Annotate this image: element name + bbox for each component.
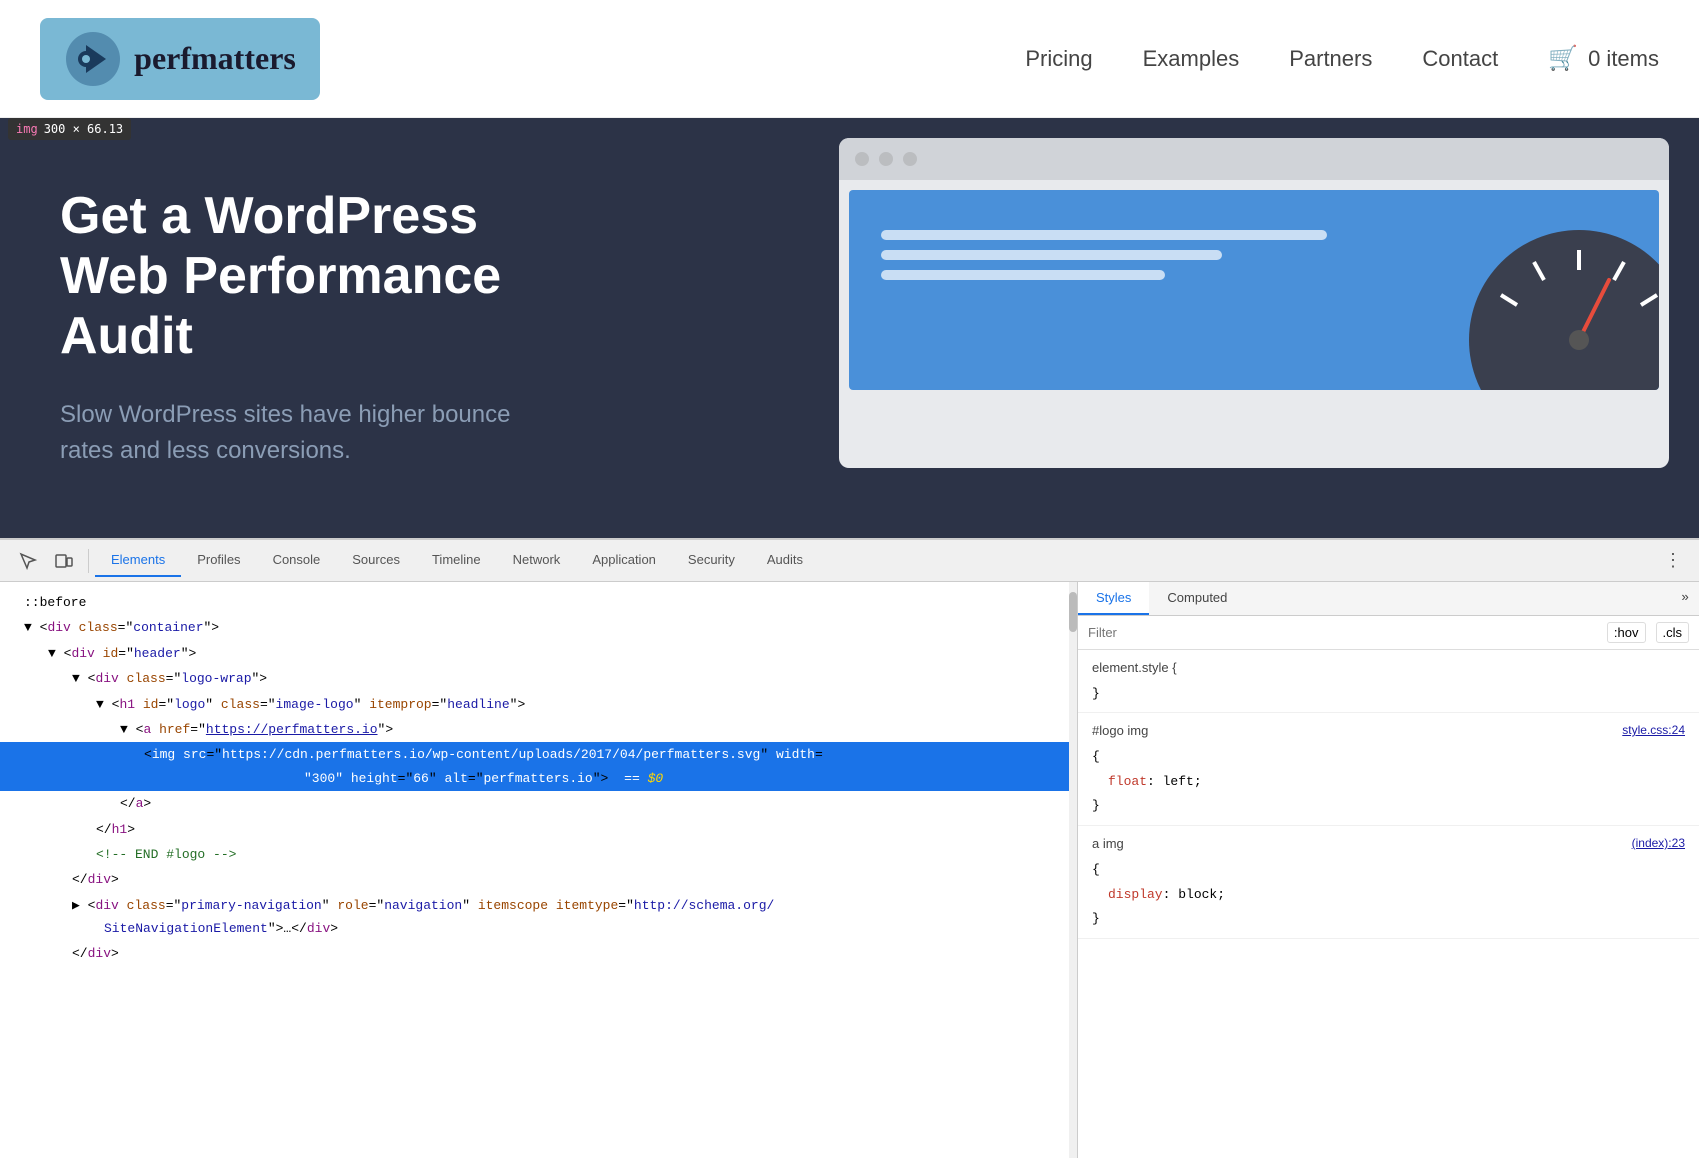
devtools-toolbar: Elements Profiles Console Sources Timeli… (0, 540, 1699, 582)
nav-pricing[interactable]: Pricing (1025, 46, 1092, 72)
browser-bar (839, 138, 1669, 180)
styles-filter-bar: :hov .cls (1078, 616, 1699, 650)
responsive-icon[interactable] (46, 543, 82, 579)
dt-separator-1 (88, 549, 89, 573)
el-close-header: </div> (0, 941, 1077, 966)
hero-subtitle: Slow WordPress sites have higher bounce … (60, 397, 560, 469)
logo-icon (64, 30, 122, 88)
elements-scrollbar[interactable] (1069, 582, 1077, 1158)
el-a[interactable]: ▼ <a href="https://perfmatters.io"> (0, 717, 1077, 742)
header: perfmatters Pricing Examples Partners Co… (0, 0, 1699, 118)
tooltip-dims: 300 × 66.13 (44, 122, 123, 136)
browser-line-2 (881, 250, 1221, 260)
nav-partners[interactable]: Partners (1289, 46, 1372, 72)
browser-dot-3 (903, 152, 917, 166)
rule-aimg-selector: a img (index):23 (1092, 832, 1685, 858)
styles-panel: Styles Computed » :hov .cls element.styl… (1078, 582, 1699, 1158)
tab-security[interactable]: Security (672, 544, 751, 577)
el-logo-wrap[interactable]: ▼ <div class="logo-wrap"> (0, 666, 1077, 691)
el-h1[interactable]: ▼ <h1 id="logo" class="image-logo" itemp… (0, 692, 1077, 717)
rule-element-closing: } (1092, 682, 1685, 707)
el-close-h1: </h1> (0, 817, 1077, 842)
nav-contact[interactable]: Contact (1422, 46, 1498, 72)
styles-rule-element: element.style { } (1078, 650, 1699, 713)
tab-profiles[interactable]: Profiles (181, 544, 256, 577)
main-nav: Pricing Examples Partners Contact 🛒 0 it… (1025, 44, 1659, 73)
el-primary-nav[interactable]: ▶ <div class="primary-navigation" role="… (0, 893, 1077, 942)
styles-more-btn[interactable]: » (1671, 582, 1699, 615)
logo-text: perfmatters (134, 40, 296, 77)
hero-title: Get a WordPress Web Performance Audit (60, 187, 560, 366)
rule-logo-close: } (1092, 794, 1685, 819)
img-tooltip: img 300 × 66.13 (8, 118, 131, 140)
rule-aimg-display: display: block; (1092, 883, 1685, 908)
browser-dot-1 (855, 152, 869, 166)
el-container[interactable]: ▼ <div class="container"> (0, 615, 1077, 640)
rule-logo-selector: #logo img style.css:24 (1092, 719, 1685, 745)
browser-content (849, 190, 1659, 390)
cart-icon: 🛒 (1548, 44, 1578, 73)
tab-computed[interactable]: Computed (1149, 582, 1245, 615)
devtools-main: ::before ▼ <div class="container"> ▼ <di… (0, 582, 1699, 1158)
el-before: ::before (0, 590, 1077, 615)
browser-dot-2 (879, 152, 893, 166)
el-header[interactable]: ▼ <div id="header"> (0, 641, 1077, 666)
cursor-icon[interactable] (10, 543, 46, 579)
tab-timeline[interactable]: Timeline (416, 544, 497, 577)
rule-aimg-open: { (1092, 858, 1685, 883)
devtools-tabs: Elements Profiles Console Sources Timeli… (95, 544, 1657, 577)
el-img-selected[interactable]: <img src="https://cdn.perfmatters.io/wp-… (0, 742, 1077, 791)
logo-box: perfmatters (40, 18, 320, 100)
tab-application[interactable]: Application (576, 544, 672, 577)
tab-elements[interactable]: Elements (95, 544, 181, 577)
tab-sources[interactable]: Sources (336, 544, 416, 577)
hov-filter-btn[interactable]: :hov (1607, 622, 1646, 643)
more-options-btn[interactable]: ⋮ (1657, 545, 1689, 577)
el-close-div-logowrap: </div> (0, 867, 1077, 892)
styles-rule-aimg: a img (index):23 { display: block; } (1078, 826, 1699, 939)
devtools-panel: Elements Profiles Console Sources Timeli… (0, 538, 1699, 1158)
logo-area: perfmatters (40, 18, 320, 100)
cart-count: 0 items (1588, 46, 1659, 72)
el-close-a: </a> (0, 791, 1077, 816)
nav-examples[interactable]: Examples (1143, 46, 1240, 72)
browser-line-1 (881, 230, 1327, 240)
styles-filter-input[interactable] (1088, 625, 1597, 640)
elements-panel: ::before ▼ <div class="container"> ▼ <di… (0, 582, 1078, 1158)
speedometer (1469, 230, 1659, 390)
tab-styles[interactable]: Styles (1078, 582, 1149, 615)
tooltip-tag: img (16, 122, 38, 136)
hero-section: Get a WordPress Web Performance Audit Sl… (0, 118, 1699, 538)
rule-element-selector: element.style { (1092, 656, 1685, 682)
cart-area[interactable]: 🛒 0 items (1548, 44, 1659, 73)
cls-filter-btn[interactable]: .cls (1656, 622, 1690, 643)
browser-line-3 (881, 270, 1165, 280)
rule-logo-open: { (1092, 745, 1685, 770)
tab-console[interactable]: Console (257, 544, 337, 577)
tab-audits[interactable]: Audits (751, 544, 819, 577)
styles-rule-logo: #logo img style.css:24 { float: left; } (1078, 713, 1699, 826)
el-comment: <!-- END #logo --> (0, 842, 1077, 867)
rule-aimg-close: } (1092, 907, 1685, 932)
hero-text: Get a WordPress Web Performance Audit Sl… (60, 187, 560, 468)
tab-network[interactable]: Network (497, 544, 577, 577)
styles-tabs-bar: Styles Computed » (1078, 582, 1699, 616)
browser-mockup (839, 138, 1669, 468)
rule-logo-float: float: left; (1092, 770, 1685, 795)
